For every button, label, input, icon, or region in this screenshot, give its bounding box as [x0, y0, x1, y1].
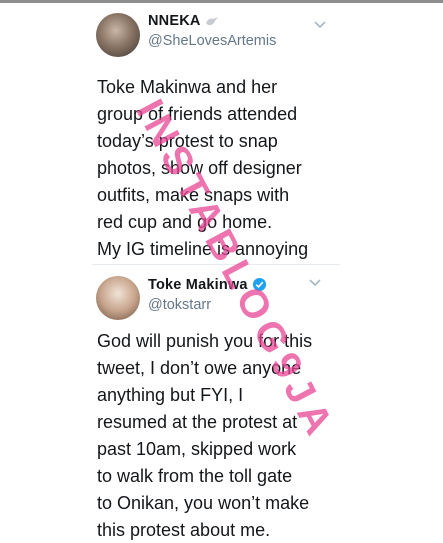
tweet-text: Toke Makinwa and her group of friends at… [97, 77, 309, 259]
top-border [0, 0, 443, 3]
tweet-header: NNEKA @SheLovesArtemis [148, 12, 276, 50]
tweet-toke-makinwa[interactable]: Toke Makinwa @tokstarr God will punish y… [0, 268, 443, 543]
user-handle[interactable]: @SheLovesArtemis [148, 33, 276, 49]
tweet-nneka[interactable]: NNEKA @SheLovesArtemis Toke Makinwa and … [0, 6, 443, 274]
chevron-down-icon[interactable] [308, 278, 322, 288]
verified-badge-icon [252, 277, 266, 292]
display-name[interactable]: Toke Makinwa [148, 277, 248, 293]
tweet-text: God will punish you for this tweet, I do… [97, 331, 313, 540]
bird-icon [205, 16, 218, 25]
chevron-down-icon[interactable] [313, 20, 327, 30]
divider [92, 264, 340, 265]
user-handle[interactable]: @tokstarr [148, 297, 267, 313]
tweet-header: Toke Makinwa @tokstarr [148, 276, 267, 313]
avatar[interactable] [96, 276, 140, 320]
display-name[interactable]: NNEKA [148, 13, 201, 29]
avatar[interactable] [96, 13, 140, 57]
